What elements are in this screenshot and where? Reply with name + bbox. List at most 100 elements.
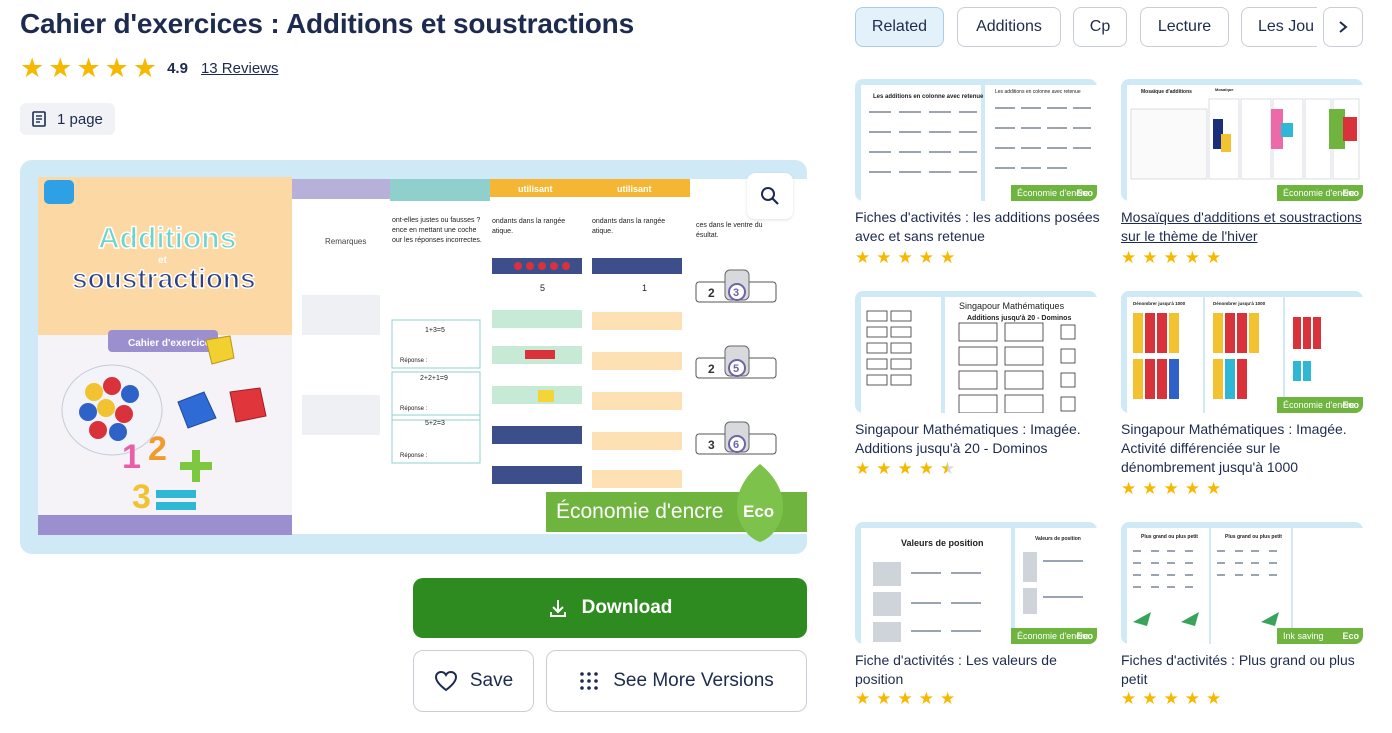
- star-half-icon: ★: [940, 459, 956, 478]
- logo-badge: [44, 180, 74, 204]
- svg-text:Les additions en colonne avec: Les additions en colonne avec retenue: [995, 89, 1081, 95]
- search-icon: [761, 187, 779, 205]
- related-card-thumb-3[interactable]: Singapour Mathématiques Additions jusqu'…: [855, 291, 1097, 413]
- related-card-thumb-1[interactable]: Les additions en colonne avec retenue Le…: [855, 79, 1097, 201]
- page-text-5: atique.: [492, 228, 513, 235]
- cover-word-2: soustractions: [72, 263, 256, 294]
- ink-saving-mini-badge: Économie d'encre Eco: [1011, 185, 1097, 201]
- reponse-3: Réponse :: [400, 453, 428, 459]
- svg-text:Mosaïque: Mosaïque: [1215, 87, 1234, 92]
- eq-1: 1+3=5: [425, 327, 445, 334]
- cover-subtitle: Cahier d'exercices: [128, 338, 216, 349]
- svg-text:Dénombrer jusqu'à 1000: Dénombrer jusqu'à 1000: [1213, 301, 1266, 306]
- star-icon: ★: [1142, 248, 1158, 267]
- see-more-versions-label: See More Versions: [613, 670, 774, 691]
- star-icon: ★: [76, 52, 101, 83]
- related-card-thumb-4[interactable]: Dénombrer jusqu'à 1000 Dénombrer jusqu'à…: [1121, 291, 1363, 413]
- star-icon: ★: [1206, 248, 1222, 267]
- related-tabs: Related Additions Cp Lecture Les Jou: [855, 7, 1317, 47]
- thumb-5-art: Valeurs de position Valeurs de position: [873, 536, 1083, 642]
- star-icon: ★: [876, 459, 892, 478]
- star-icon: ★: [897, 689, 913, 708]
- star-icon: ★: [1184, 248, 1200, 267]
- star-icon: ★: [1206, 689, 1222, 708]
- star-icon: ★: [918, 689, 934, 708]
- reviews-link[interactable]: 13 Reviews: [201, 60, 279, 77]
- star-icon: ★: [876, 689, 892, 708]
- star-icon: ★: [855, 248, 871, 267]
- star-icon: ★: [897, 248, 913, 267]
- heart-icon: [434, 670, 457, 692]
- svg-text:Mosaïque d'additions: Mosaïque d'additions: [1141, 89, 1192, 95]
- star-icon: ★: [918, 248, 934, 267]
- tab-additions[interactable]: Additions: [957, 7, 1061, 47]
- star-icon: ★: [132, 52, 158, 83]
- reponse-1: Réponse :: [400, 358, 428, 364]
- tab-cp[interactable]: Cp: [1073, 7, 1127, 47]
- save-label: Save: [469, 670, 514, 691]
- page-title: Cahier d'exercices : Additions et soustr…: [20, 8, 634, 39]
- page-text-2: ence en mettant une coche: [392, 227, 477, 234]
- bar-value-1: 5: [540, 283, 545, 293]
- related-card-title-2[interactable]: Mosaïques d'additions et soustractions s…: [1121, 208, 1371, 246]
- bar-value-2: 1: [642, 283, 647, 293]
- svg-text:Singapour Mathématiques: Singapour Mathématiques: [959, 301, 1065, 311]
- tab-les-jou[interactable]: Les Jou: [1241, 7, 1317, 47]
- star-icon: ★: [918, 459, 934, 478]
- thumb-2-art: Mosaïque d'additions Mosaïque: [1130, 87, 1360, 180]
- save-button[interactable]: Save: [413, 650, 534, 712]
- tab-related[interactable]: Related: [855, 7, 944, 47]
- star-icon: ★: [855, 689, 871, 708]
- related-card-stars-4: ★ ★ ★ ★ ★: [1121, 480, 1227, 498]
- svg-text:Plus grand ou plus petit: Plus grand ou plus petit: [1141, 534, 1198, 540]
- related-card-thumb-6[interactable]: Plus grand ou plus petit Plus grand ou p…: [1121, 522, 1363, 644]
- star-icon: ★: [1121, 479, 1137, 498]
- ink-saving-label: Économie d'encre: [556, 500, 724, 523]
- svg-text:Additions jusqu'à 20 - Dominos: Additions jusqu'à 20 - Dominos: [967, 315, 1071, 322]
- star-icon: ★: [1163, 689, 1179, 708]
- related-card-title-3[interactable]: Singapour Mathématiques : Imagée. Additi…: [855, 420, 1105, 458]
- pages-label: 1 page: [57, 110, 103, 128]
- related-card-title-4[interactable]: Singapour Mathématiques : Imagée. Activi…: [1121, 420, 1371, 477]
- svg-text:3: 3: [708, 438, 715, 452]
- related-card-title-6[interactable]: Fiches d'activités : Plus grand ou plus …: [1121, 651, 1371, 689]
- page-text-1: ont-elles justes ou fausses ?: [392, 217, 480, 224]
- star-icon: ★: [897, 459, 913, 478]
- ink-saving-mini-badge: Ink saving Eco: [1277, 628, 1363, 644]
- star-icon: ★: [1163, 248, 1179, 267]
- star-icon: ★: [1163, 479, 1179, 498]
- related-card-title-1[interactable]: Fiches d'activités : les additions posée…: [855, 208, 1105, 246]
- related-card-title-5[interactable]: Fiche d'activités : Les valeurs de posit…: [855, 651, 1105, 689]
- related-card-stars-2: ★ ★ ★ ★ ★: [1121, 249, 1227, 267]
- star-icon: ★: [104, 52, 129, 83]
- pages-badge: 1 page: [20, 103, 115, 135]
- related-card-thumb-5[interactable]: Valeurs de position Valeurs de position …: [855, 522, 1097, 644]
- star-icon: ★: [1184, 689, 1200, 708]
- rating-value: 4.9: [167, 59, 188, 77]
- thumb-6-art: Plus grand ou plus petit Plus grand ou p…: [1133, 534, 1282, 626]
- thumb-1-art: Les additions en colonne avec retenue Le…: [869, 89, 1091, 173]
- see-more-versions-button[interactable]: See More Versions: [546, 650, 807, 712]
- cover-num-3: 3: [132, 478, 151, 516]
- download-icon: [549, 600, 566, 617]
- related-card-stars-1: ★ ★ ★ ★ ★: [855, 249, 961, 267]
- related-card-thumb-2[interactable]: Mosaïque d'additions Mosaïque Économie d…: [1121, 79, 1363, 201]
- zoom-button[interactable]: [747, 173, 793, 219]
- star-icon: ★: [1121, 248, 1137, 267]
- eq-2: 2+2+1=9: [420, 375, 448, 382]
- chevron-right-icon: [1339, 21, 1348, 33]
- grid-dots-icon: [580, 672, 599, 690]
- star-icon: ★: [20, 52, 45, 83]
- svg-text:6: 6: [733, 439, 739, 451]
- tab-lecture[interactable]: Lecture: [1140, 7, 1229, 47]
- document-icon: [32, 111, 46, 127]
- related-card-stars-6: ★ ★ ★ ★ ★: [1121, 690, 1227, 708]
- thumb-4-art: Dénombrer jusqu'à 1000 Dénombrer jusqu'à…: [1133, 301, 1321, 399]
- download-button[interactable]: Download: [413, 578, 807, 638]
- page-text-8: ces dans le ventre du: [696, 222, 763, 229]
- download-label: Download: [581, 597, 673, 618]
- tabs-next-button[interactable]: [1323, 7, 1363, 47]
- star-icon: ★: [48, 52, 73, 83]
- svg-text:3: 3: [733, 287, 739, 299]
- svg-text:2: 2: [708, 362, 715, 376]
